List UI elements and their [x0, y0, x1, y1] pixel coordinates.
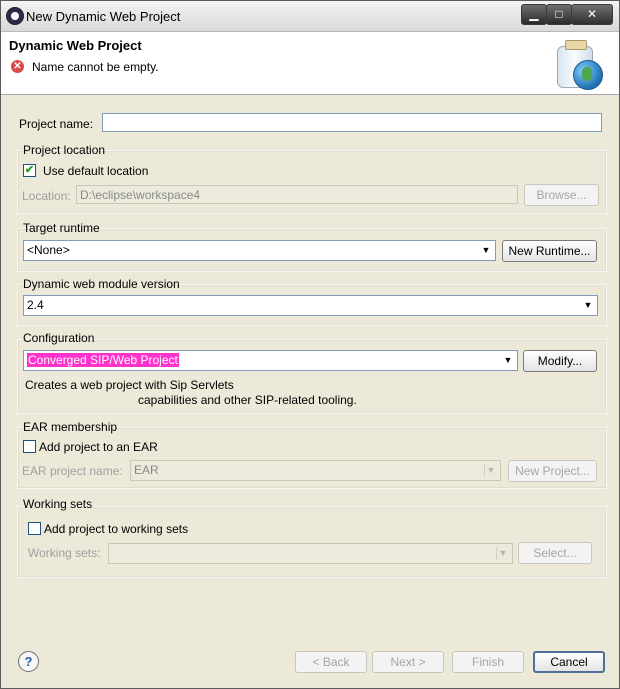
modify-button[interactable]: Modify...: [523, 350, 597, 372]
browse-button[interactable]: Browse...: [524, 184, 599, 206]
web-module-version-value: 2.4: [27, 298, 44, 312]
chevron-down-icon: ▼: [496, 547, 509, 560]
location-input[interactable]: D:\eclipse\workspace4: [76, 185, 518, 204]
maximize-button[interactable]: □: [546, 4, 572, 25]
error-message: Name cannot be empty.: [32, 60, 159, 74]
next-button[interactable]: Next >: [372, 651, 444, 673]
use-default-location-label: Use default location: [43, 164, 149, 178]
target-runtime-title: Target runtime: [23, 221, 100, 235]
close-button[interactable]: ✕: [571, 4, 613, 25]
wizard-page-title: Dynamic Web Project: [9, 38, 142, 53]
finish-button[interactable]: Finish: [452, 651, 524, 673]
wizard-banner-icon: [553, 40, 605, 90]
new-project-button[interactable]: New Project...: [508, 460, 597, 482]
chevron-down-icon: ▼: [484, 464, 497, 477]
back-button[interactable]: < Back: [295, 651, 367, 673]
configuration-description-line2: capabilities and other SIP-related tooli…: [138, 393, 357, 407]
use-default-location-checkbox[interactable]: ✔: [23, 164, 36, 177]
eclipse-icon: [6, 7, 24, 25]
new-runtime-button[interactable]: New Runtime...: [502, 240, 597, 262]
target-runtime-select[interactable]: <None> ▼: [23, 240, 496, 261]
ear-project-name-value: EAR: [134, 463, 159, 477]
ear-project-name-label: EAR project name:: [22, 464, 123, 478]
location-label: Location:: [22, 189, 71, 203]
project-location-title: Project location: [23, 143, 106, 157]
minimize-button[interactable]: ▁: [521, 4, 547, 25]
help-icon[interactable]: ?: [18, 651, 39, 672]
new-dynamic-web-project-dialog: New Dynamic Web Project ▁ □ ✕ Dynamic We…: [0, 0, 620, 689]
project-name-label: Project name:: [19, 117, 94, 131]
chevron-down-icon: ▼: [583, 300, 593, 310]
select-working-sets-button[interactable]: Select...: [518, 542, 592, 564]
window-title: New Dynamic Web Project: [26, 9, 181, 24]
add-to-ear-label: Add project to an EAR: [39, 440, 158, 454]
working-sets-label: Working sets:: [28, 546, 101, 560]
add-to-working-sets-label: Add project to working sets: [44, 522, 189, 536]
chevron-down-icon: ▼: [481, 245, 491, 255]
title-bar[interactable]: New Dynamic Web Project ▁ □ ✕: [1, 1, 619, 32]
web-module-version-select[interactable]: 2.4 ▼: [23, 295, 598, 316]
error-icon: ✕: [11, 60, 24, 73]
ear-project-name-select[interactable]: EAR ▼: [130, 460, 501, 481]
ear-membership-title: EAR membership: [23, 420, 118, 434]
web-module-version-title: Dynamic web module version: [23, 277, 180, 291]
wizard-header: Dynamic Web Project ✕ Name cannot be emp…: [1, 32, 619, 95]
cancel-button[interactable]: Cancel: [533, 651, 605, 673]
configuration-title: Configuration: [23, 331, 95, 345]
add-to-ear-checkbox[interactable]: [23, 440, 36, 453]
chevron-down-icon: ▼: [503, 355, 513, 365]
project-name-input[interactable]: [102, 113, 602, 132]
working-sets-title: Working sets: [23, 497, 93, 511]
target-runtime-value: <None>: [27, 243, 70, 257]
configuration-description-line1: Creates a web project with Sip Servlets: [25, 378, 234, 392]
configuration-select[interactable]: Converged SIP/Web Project ▼: [23, 350, 518, 371]
add-to-working-sets-checkbox[interactable]: [28, 522, 41, 535]
configuration-value: Converged SIP/Web Project: [27, 353, 179, 367]
project-location-group: [17, 150, 607, 214]
working-sets-select[interactable]: ▼: [108, 543, 513, 564]
globe-icon: [573, 60, 603, 90]
wizard-content: Project name: Project location ✔ Use def…: [1, 96, 619, 631]
